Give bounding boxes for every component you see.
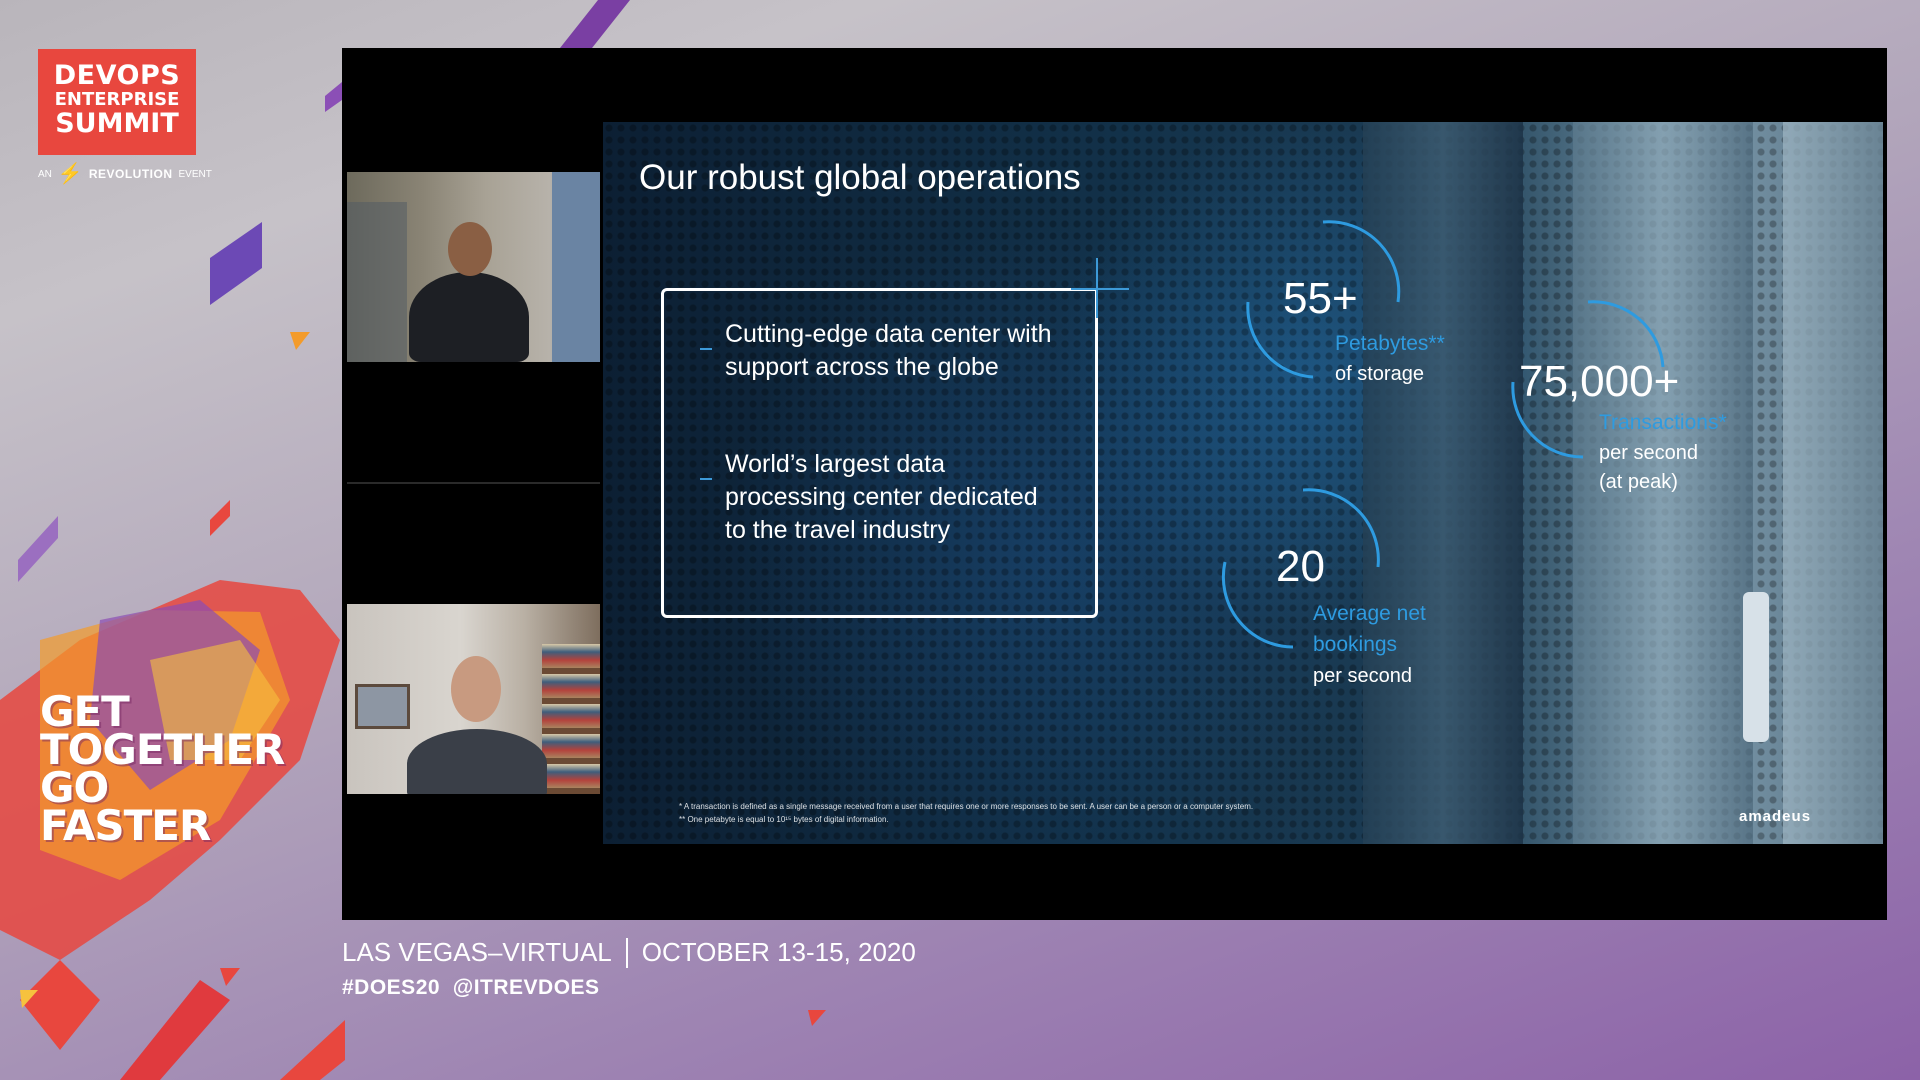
logo-line-2: ENTERPRISE xyxy=(54,89,180,110)
stat-storage-value: 55+ xyxy=(1283,274,1358,323)
event-dates: OCTOBER 13-15, 2020 xyxy=(641,937,916,967)
stat-storage-label: Petabytes** xyxy=(1335,332,1445,355)
stat-transactions-sublabel: per second xyxy=(1599,442,1698,464)
logo-subtitle: AN ⚡ REVOLUTION EVENT xyxy=(38,163,212,185)
stat-bookings-label: Average net xyxy=(1313,602,1426,625)
speaker-2-body xyxy=(407,729,547,794)
speaker-webcam-1 xyxy=(347,172,600,362)
event-tagline: GET TOGETHER GO FASTER xyxy=(40,691,285,850)
stat-transactions-sublabel-2: (at peak) xyxy=(1599,471,1678,493)
event-info: LAS VEGAS–VIRTUAL OCTOBER 13-15, 2020 xyxy=(342,937,916,968)
footnote-2: ** One petabyte is equal to 10¹⁵ bytes o… xyxy=(679,815,889,824)
devops-enterprise-summit-logo: DEVOPS ENTERPRISE SUMMIT xyxy=(38,49,196,155)
stat-storage-sublabel: of storage xyxy=(1335,363,1424,385)
amadeus-logo: amadeus xyxy=(1739,808,1812,825)
bookshelf xyxy=(542,644,600,794)
presentation-slide: Our robust global operations Cutting-edg… xyxy=(603,122,1883,844)
event-hashtags: #DOES20 @ITREVDOES xyxy=(342,976,600,999)
slide-footnotes: * A transaction is defined as a single m… xyxy=(679,800,1253,826)
stat-bookings-sublabel: per second xyxy=(1313,665,1412,687)
stat-bookings-value: 20 xyxy=(1276,542,1325,591)
webcam-divider xyxy=(347,482,600,484)
it-revolution-bolt-icon: ⚡ xyxy=(57,163,83,185)
logo-line-3: SUMMIT xyxy=(55,108,179,139)
stat-bookings-label-2: bookings xyxy=(1313,633,1398,656)
logo-line-1: DEVOPS xyxy=(53,60,181,91)
logo-sub-an: AN xyxy=(38,168,52,180)
stat-transactions-label: Transactions* xyxy=(1599,411,1727,434)
speaker-webcam-2 xyxy=(347,604,600,794)
curtain-right xyxy=(552,172,600,362)
stat-arcs xyxy=(1221,220,1665,649)
speaker-2-head xyxy=(451,656,501,722)
event-info-divider xyxy=(625,937,628,968)
stat-transactions-value: 75,000+ xyxy=(1519,357,1680,406)
curtain-left xyxy=(347,202,407,362)
tagline-line-4: FASTER xyxy=(40,801,211,850)
wall-picture xyxy=(355,684,410,729)
event-location: LAS VEGAS–VIRTUAL xyxy=(342,937,612,967)
logo-sub-brand: REVOLUTION xyxy=(88,167,173,181)
speaker-1-head xyxy=(448,222,492,276)
speaker-1-body xyxy=(409,272,529,362)
footnote-1: * A transaction is defined as a single m… xyxy=(679,802,1254,811)
logo-sub-event: EVENT xyxy=(178,168,212,180)
